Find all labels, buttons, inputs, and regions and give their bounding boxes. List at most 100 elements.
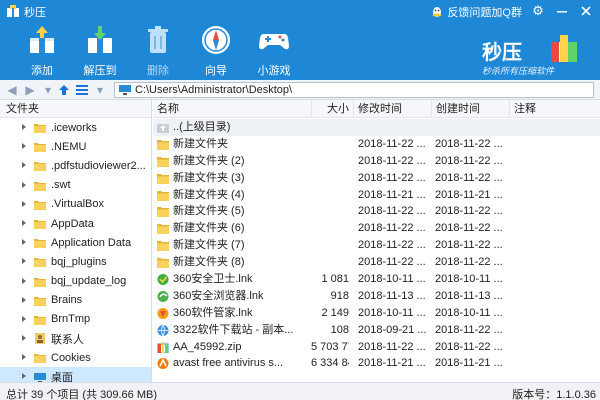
expand-arrow-icon[interactable] <box>20 200 28 208</box>
desktop-icon <box>34 372 46 382</box>
file-row[interactable]: ..(上级目录) <box>153 119 600 136</box>
feedback-link[interactable]: 反馈问题加Q群 <box>431 4 522 20</box>
expand-arrow-icon[interactable] <box>20 238 28 246</box>
expand-arrow-icon[interactable] <box>20 181 28 189</box>
expand-arrow-icon[interactable] <box>20 372 28 380</box>
column-size[interactable]: 大小 <box>311 100 353 118</box>
file-size <box>311 187 349 204</box>
folder-tree-item[interactable]: Application Data <box>0 233 151 252</box>
file-name: 新建文件夹 <box>173 137 228 150</box>
folder-tree-item[interactable]: bqj_plugins <box>0 252 151 271</box>
address-bar[interactable]: C:\Users\Administrator\Desktop\ <box>114 82 594 98</box>
view-list-icon[interactable] <box>74 82 90 98</box>
file-row[interactable]: AA_45992.zip 5 703 774 2018-11-22 ... 2018-… <box>153 339 600 356</box>
folder-tree-item[interactable]: .NEMU <box>0 137 151 156</box>
file-size: 6 334 848 <box>311 357 349 370</box>
file-row[interactable]: avast free antivirus s... 6 334 848 2018-1… <box>153 355 600 372</box>
folder-icon <box>34 181 46 191</box>
file-rows: ..(上级目录) 新建文件夹 2018-11-22 ... 2018-11-22 ..… <box>153 119 600 372</box>
toolbar: 添加 解压到 删除 向导 小游戏 <box>0 22 460 80</box>
column-modified[interactable]: 修改时间 <box>353 100 431 118</box>
file-created: 2018-11-22 ... <box>435 256 503 269</box>
file-list-panel: 名称 大小 修改时间 创建时间 注释 ..(上级目录) 新建文件夹 2018-11-… <box>153 100 600 382</box>
forward-arrow-icon[interactable]: ▶ <box>22 82 38 98</box>
file-row[interactable]: 360安全浏览器.lnk 918 2018-11-13 ... 2018-11-13 … <box>153 288 600 305</box>
file-row[interactable]: 新建文件夹 (4) 2018-11-21 ... 2018-11-21 ... <box>153 187 600 204</box>
app-title: 秒压 <box>24 7 46 19</box>
folder-icon <box>157 139 169 150</box>
folder-tree-item[interactable]: BrnTmp <box>0 310 151 329</box>
folder-icon <box>34 200 46 210</box>
expand-arrow-icon[interactable] <box>20 296 28 304</box>
folder-tree-item[interactable]: AppData <box>0 214 151 233</box>
expand-arrow-icon[interactable] <box>20 353 28 361</box>
file-row[interactable]: 新建文件夹 2018-11-22 ... 2018-11-22 ... <box>153 136 600 153</box>
file-created: 2018-11-22 ... <box>435 171 503 184</box>
file-name: avast free antivirus s... <box>173 357 284 370</box>
extract-to-button[interactable]: 解压到 <box>74 22 126 78</box>
file-row[interactable]: 新建文件夹 (3) 2018-11-22 ... 2018-11-22 ... <box>153 170 600 187</box>
file-created: 2018-11-22 ... <box>435 205 503 218</box>
file-size: 918 <box>330 289 349 302</box>
up-arrow-icon[interactable] <box>56 82 72 98</box>
file-created: 2018-11-21 ... <box>435 357 503 370</box>
expand-arrow-icon[interactable] <box>20 142 28 150</box>
file-size <box>311 136 349 153</box>
wizard-button[interactable]: 向导 <box>190 22 242 78</box>
file-created: 2018-11-22 ... <box>435 239 503 252</box>
settings-gear-icon[interactable]: ⚙ <box>530 3 546 19</box>
file-modified: 2018-11-21 ... <box>358 357 426 370</box>
folder-icon <box>34 220 46 230</box>
expand-arrow-icon[interactable] <box>20 257 28 265</box>
folder-tree-item[interactable]: .VirtualBox <box>0 195 151 214</box>
column-name[interactable]: 名称 <box>153 100 311 118</box>
file-row[interactable]: 新建文件夹 (8) 2018-11-22 ... 2018-11-22 ... <box>153 254 600 271</box>
delete-icon <box>148 26 168 53</box>
column-note[interactable]: 注释 <box>509 100 600 118</box>
file-modified: 2018-09-21 ... <box>358 323 427 336</box>
file-row[interactable]: 新建文件夹 (6) 2018-11-22 ... 2018-11-22 ... <box>153 220 600 237</box>
status-summary: 总计 39 个项目 (共 309.66 MB) <box>6 386 157 400</box>
file-row[interactable]: 360安全卫士.lnk 1 081 2018-10-11 ... 2018-10-11… <box>153 271 600 288</box>
file-name: 360软件管家.lnk <box>173 306 253 319</box>
file-row[interactable]: 3322软件下载站 - 副本... 108 2018-09-21 ... 2018-1… <box>153 322 600 339</box>
file-modified: 2018-10-11 ... <box>358 306 426 319</box>
minimize-button[interactable] <box>554 3 570 19</box>
folder-tree-item[interactable]: .pdfstudioviewer2... <box>0 156 151 175</box>
folder-icon <box>34 315 46 325</box>
folder-tree-item[interactable]: Brains <box>0 291 151 310</box>
view-dropdown-icon[interactable]: ▾ <box>92 82 108 98</box>
file-name: ..(上级目录) <box>173 121 231 133</box>
folder-tree-item[interactable]: 联系人 <box>0 329 151 348</box>
contacts-icon <box>35 333 45 345</box>
file-size <box>311 170 349 187</box>
folder-tree-item[interactable]: bqj_update_log <box>0 272 151 291</box>
folder-tree-item[interactable]: .swt <box>0 176 151 195</box>
file-row[interactable]: 新建文件夹 (5) 2018-11-22 ... 2018-11-22 ... <box>153 203 600 220</box>
delete-button[interactable]: 删除 <box>132 22 184 78</box>
file-size <box>311 153 349 170</box>
file-row[interactable]: 360软件管家.lnk 2 149 2018-10-11 ... 2018-10-11… <box>153 305 600 322</box>
archive-box-icon <box>551 35 577 62</box>
close-button[interactable] <box>578 3 594 19</box>
expand-arrow-icon[interactable] <box>20 315 28 323</box>
file-row[interactable]: 新建文件夹 (7) 2018-11-22 ... 2018-11-22 ... <box>153 237 600 254</box>
mini-game-button[interactable]: 小游戏 <box>248 22 300 78</box>
file-row[interactable]: 新建文件夹 (2) 2018-11-22 ... 2018-11-22 ... <box>153 153 600 170</box>
folder-tree-item[interactable]: Cookies <box>0 348 151 367</box>
folder-tree-item[interactable]: .iceworks <box>0 118 151 137</box>
expand-arrow-icon[interactable] <box>20 334 28 342</box>
expand-arrow-icon[interactable] <box>20 219 28 227</box>
column-created[interactable]: 创建时间 <box>431 100 509 118</box>
expand-arrow-icon[interactable] <box>20 123 28 131</box>
add-button[interactable]: 添加 <box>16 22 68 78</box>
dropdown-chevron-icon[interactable]: ▾ <box>40 82 56 98</box>
file-created: 2018-11-21 ... <box>435 188 503 201</box>
folder-icon <box>157 173 169 184</box>
back-arrow-icon[interactable]: ◀ <box>4 82 20 98</box>
expand-arrow-icon[interactable] <box>20 277 28 285</box>
file-modified: 2018-11-22 ... <box>358 222 426 235</box>
folder-tree-item[interactable]: 桌面 <box>0 367 151 382</box>
expand-arrow-icon[interactable] <box>20 161 28 169</box>
computer-icon <box>119 85 131 95</box>
